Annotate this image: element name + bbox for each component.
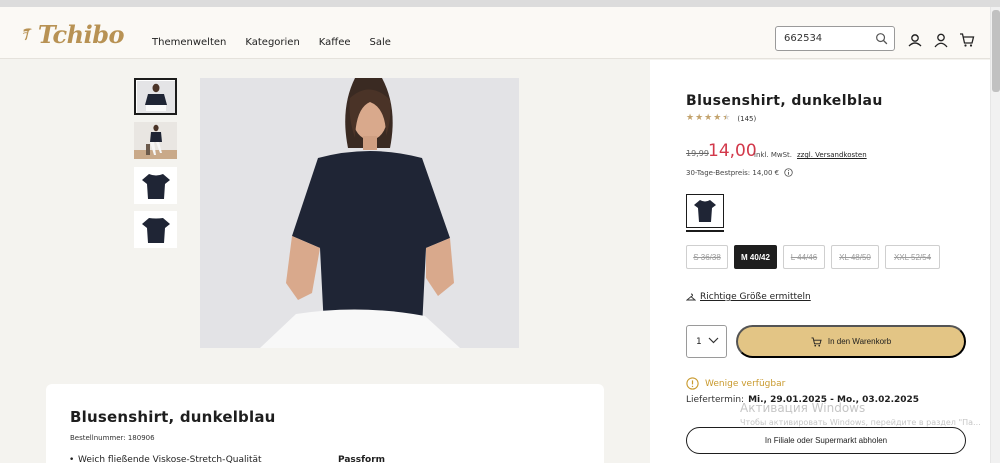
- size-finder-link[interactable]: Richtige Größe ermitteln: [686, 292, 811, 302]
- shipping-costs-link[interactable]: zzgl. Versandkosten: [797, 151, 867, 159]
- watermark-subtitle: Чтобы активировать Windows, перейдите в …: [740, 418, 981, 427]
- search-input[interactable]: [784, 33, 872, 44]
- passform-heading: Passform: [338, 455, 386, 463]
- size-finder-label[interactable]: Richtige Größe ermitteln: [700, 292, 811, 302]
- thumbnail-image: [134, 122, 177, 159]
- thumbnail-product-back[interactable]: [134, 211, 177, 248]
- vat-note: inkl. MwSt.: [754, 151, 793, 159]
- thumbnail-image: [136, 80, 175, 113]
- info-icon[interactable]: [784, 168, 793, 177]
- old-price: 19,99: [686, 149, 709, 158]
- delivery-info: Liefertermin: Mi., 29.01.2025 - Mo., 03.0…: [686, 395, 919, 405]
- logo-bean-icon: [22, 28, 33, 41]
- size-option-m[interactable]: M 40/42: [734, 245, 777, 269]
- order-number: Bestellnummer: 180906: [70, 434, 155, 442]
- hanger-icon: [686, 293, 696, 301]
- availability-status: Wenige verfügbar: [686, 377, 785, 390]
- chevron-down-icon: [708, 337, 719, 344]
- star-icon: ★: [695, 113, 704, 123]
- model-photo: [200, 78, 519, 348]
- product-details-card: Blusenshirt, dunkelblau Bestellnummer: 1…: [46, 384, 604, 463]
- cart-icon: [811, 336, 822, 347]
- shirt-swatch-image: [694, 200, 716, 222]
- nav-themenwelten[interactable]: Themenwelten: [152, 37, 226, 48]
- availability-text: Wenige verfügbar: [705, 378, 786, 389]
- site-header: Tchibo Themenwelten Kategorien Kaffee Sa…: [0, 7, 990, 59]
- size-option-l[interactable]: L 44/46: [783, 245, 825, 269]
- thumbnail-image: [136, 212, 175, 247]
- quantity-select[interactable]: 1: [686, 325, 727, 358]
- alert-circle-icon: [686, 377, 699, 390]
- best-price-text: 30-Tage-Bestpreis: 14,00 €: [686, 168, 780, 177]
- nav-kaffee[interactable]: Kaffee: [319, 37, 351, 48]
- best-price-info: 30-Tage-Bestpreis: 14,00 €: [686, 168, 793, 177]
- thumbnail-front-model[interactable]: [134, 78, 177, 115]
- logo-wordmark: Tchibo: [37, 19, 125, 49]
- buy-box: Blusenshirt, dunkelblau ★ ★ ★ ★ ★ (145) …: [650, 60, 990, 463]
- thumbnail-product-front[interactable]: [134, 167, 177, 204]
- search-icon[interactable]: [875, 32, 888, 45]
- browser-top-strip: [0, 0, 1000, 7]
- review-count[interactable]: (145): [737, 115, 756, 123]
- page-scrollbar[interactable]: [990, 7, 1000, 463]
- details-title: Blusenshirt, dunkelblau: [70, 408, 276, 426]
- scrollbar-thumb[interactable]: [992, 10, 1000, 92]
- star-icon: ★: [704, 113, 713, 123]
- quantity-value: 1: [696, 336, 702, 347]
- delivery-dates: Mi., 29.01.2025 - Mo., 03.02.2025: [748, 395, 920, 405]
- half-star-icon: ★: [722, 113, 731, 123]
- thumbnail-image: [136, 168, 175, 203]
- cart-icon[interactable]: [959, 32, 975, 48]
- color-swatch-dunkelblau[interactable]: [686, 194, 724, 228]
- user-icon[interactable]: [933, 32, 949, 48]
- size-selector: S 36/38 M 40/42 L 44/46 XL 48/50 XXL 52/…: [686, 245, 940, 269]
- add-to-cart-button[interactable]: In den Warenkorb: [736, 325, 966, 358]
- star-icon: ★: [686, 113, 695, 123]
- swatch-selected-indicator: [686, 230, 724, 232]
- rating[interactable]: ★ ★ ★ ★ ★ (145): [686, 114, 756, 123]
- nav-sale[interactable]: Sale: [370, 37, 391, 48]
- store-pickup-button[interactable]: In Filiale oder Supermarkt abholen: [686, 427, 966, 454]
- main-product-image[interactable]: [200, 78, 519, 348]
- search-box[interactable]: [775, 26, 895, 51]
- main-nav: Themenwelten Kategorien Kaffee Sale: [152, 37, 410, 48]
- nav-kategorien[interactable]: Kategorien: [245, 37, 299, 48]
- product-title: Blusenshirt, dunkelblau: [686, 93, 883, 109]
- current-price: 14,00: [708, 141, 757, 161]
- feature-bullet: Weich fließende Viskose-Stretch-Qualität: [69, 455, 262, 463]
- size-option-xl[interactable]: XL 48/50: [831, 245, 879, 269]
- star-icon: ★: [713, 113, 722, 123]
- delivery-label: Liefertermin:: [686, 395, 745, 405]
- size-option-xxl[interactable]: XXL 52/54: [885, 245, 940, 269]
- account-icon[interactable]: [907, 32, 923, 48]
- thumbnail-full-body-model[interactable]: [134, 122, 177, 159]
- size-option-s[interactable]: S 36/38: [686, 245, 728, 269]
- add-to-cart-label: In den Warenkorb: [827, 337, 892, 346]
- tchibo-logo[interactable]: Tchibo: [22, 17, 125, 51]
